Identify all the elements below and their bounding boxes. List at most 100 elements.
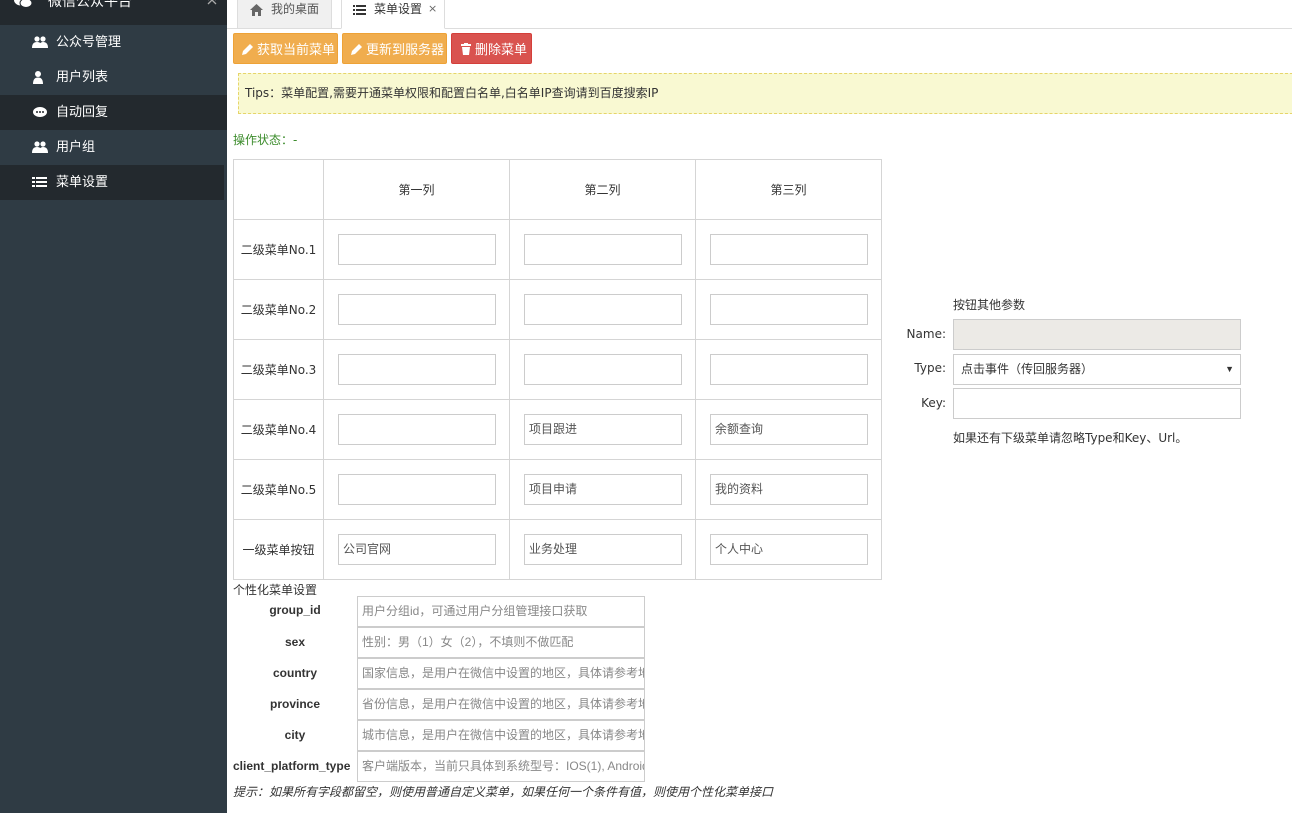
- tab-menu-settings[interactable]: 菜单设置 ×: [341, 0, 445, 29]
- client-platform-input[interactable]: 客户端版本，当前只具体到系统型号：IOS(1), Android(2),Othe…: [357, 751, 645, 782]
- sidebar-item-usergroup[interactable]: 用户组: [0, 130, 227, 165]
- menu-item-input[interactable]: [710, 354, 868, 385]
- grid-cell: [695, 279, 882, 340]
- user-icon: [33, 71, 43, 84]
- grid-cell: 我的资料: [695, 459, 882, 520]
- delete-menu-button[interactable]: 删除菜单: [451, 33, 532, 64]
- key-label: Key:: [921, 396, 946, 410]
- menu-item-input[interactable]: 项目申请: [524, 474, 682, 505]
- name-input[interactable]: [953, 319, 1241, 350]
- table-row: 二级菜单No.4 项目跟进 余额查询: [233, 399, 882, 460]
- list-icon: [353, 5, 366, 15]
- list-icon: [32, 177, 47, 187]
- grid-header: 第二列: [509, 159, 696, 220]
- menu-item-input[interactable]: 项目跟进: [524, 414, 682, 445]
- grid-cell: 个人中心: [695, 519, 882, 580]
- key-input[interactable]: [953, 388, 1241, 419]
- grid-cell: 项目申请: [509, 459, 696, 520]
- city-input[interactable]: 城市信息，是用户在微信中设置的地区，具体请参考地区信息表: [357, 720, 645, 751]
- menu-item-input[interactable]: 业务处理: [524, 534, 682, 565]
- menu-item-input[interactable]: [338, 414, 496, 445]
- grid-header-row: 第一列 第二列 第三列: [233, 159, 882, 220]
- delete-menu-label: 删除菜单: [475, 42, 528, 57]
- params-hint: 如果还有下级菜单请忽略Type和Key、Url。: [953, 431, 1188, 445]
- row-label: 二级菜单No.1: [233, 219, 324, 280]
- grid-cell: 项目跟进: [509, 399, 696, 460]
- menu-item-input[interactable]: [338, 354, 496, 385]
- table-row: 一级菜单按钮 公司官网 业务处理 个人中心: [233, 519, 882, 580]
- grid-header: 第一列: [323, 159, 510, 220]
- grid-cell: 余额查询: [695, 399, 882, 460]
- country-input[interactable]: 国家信息，是用户在微信中设置的地区，具体请参考地区信息表: [357, 658, 645, 689]
- wechat-icon: [14, 0, 32, 8]
- sidebar-brand-title: 微信公众平台: [48, 0, 132, 10]
- sidebar-brand[interactable]: 微信公众平台: [0, 0, 227, 25]
- get-menu-button[interactable]: 获取当前菜单: [233, 33, 338, 64]
- type-select[interactable]: 点击事件（传回服务器） ▼: [953, 354, 1241, 385]
- country-label: country: [272, 666, 317, 680]
- params-title: 按钮其他参数: [953, 298, 1026, 312]
- tab-label: 我的桌面: [271, 2, 320, 16]
- group-id-input[interactable]: 用户分组id，可通过用户分组管理接口获取: [357, 596, 645, 627]
- row-label: 二级菜单No.5: [233, 459, 324, 520]
- grid-cell: [695, 219, 882, 280]
- row-label: 二级菜单No.2: [233, 279, 324, 340]
- sidebar-item-users[interactable]: 用户列表: [0, 60, 227, 95]
- trash-icon: [461, 43, 471, 55]
- personalized-title: 个性化菜单设置: [233, 583, 318, 597]
- sidebar-item-label: 公众号管理: [56, 35, 122, 50]
- grid-cell: [509, 339, 696, 400]
- pencil-icon: [351, 44, 362, 55]
- table-row: 二级菜单No.5 项目申请 我的资料: [233, 459, 882, 520]
- grid-cell: [323, 219, 510, 280]
- group-id-label: group_id: [269, 603, 321, 617]
- grid-corner: [233, 159, 324, 220]
- menu-item-input[interactable]: 我的资料: [710, 474, 868, 505]
- name-label: Name:: [906, 327, 946, 341]
- province-input[interactable]: 省份信息，是用户在微信中设置的地区，具体请参考地区信息表: [357, 689, 645, 720]
- menu-item-input[interactable]: 余额查询: [710, 414, 868, 445]
- menu-item-input[interactable]: 个人中心: [710, 534, 868, 565]
- grid-cell: [323, 399, 510, 460]
- close-icon[interactable]: ×: [428, 0, 437, 19]
- tab-label: 菜单设置: [374, 2, 423, 16]
- menu-item-input[interactable]: [338, 474, 496, 505]
- sidebar-item-label: 用户列表: [56, 70, 109, 85]
- chat-icon: [33, 107, 47, 117]
- users-icon: [32, 36, 48, 48]
- tips-banner: Tips：菜单配置,需要开通菜单权限和配置白名单,白名单IP查询请到百度搜索IP: [238, 73, 1292, 114]
- home-icon: [250, 4, 263, 16]
- menu-item-input[interactable]: [524, 294, 682, 325]
- menu-item-input[interactable]: [710, 294, 868, 325]
- pencil-icon: [242, 44, 253, 55]
- sidebar-item-account[interactable]: 公众号管理: [0, 25, 227, 60]
- city-label: city: [284, 728, 306, 742]
- chevron-up-icon[interactable]: [206, 0, 218, 6]
- menu-item-input[interactable]: [710, 234, 868, 265]
- menu-grid: 第一列 第二列 第三列 二级菜单No.1 二级菜单No.2 二级菜单No.3 二…: [233, 159, 882, 580]
- users-icon: [32, 141, 48, 153]
- grid-cell: [323, 279, 510, 340]
- row-label: 二级菜单No.4: [233, 399, 324, 460]
- menu-item-input[interactable]: 公司官网: [338, 534, 496, 565]
- sex-input[interactable]: 性别：男（1）女（2），不填则不做匹配: [357, 627, 645, 658]
- type-label: Type:: [914, 361, 946, 375]
- table-row: 二级菜单No.2: [233, 279, 882, 340]
- table-row: 二级菜单No.3: [233, 339, 882, 400]
- sex-label: sex: [284, 635, 306, 649]
- sidebar-item-menu[interactable]: 菜单设置: [0, 165, 227, 200]
- table-row: 二级菜单No.1: [233, 219, 882, 280]
- sidebar-item-label: 菜单设置: [56, 175, 109, 190]
- menu-item-input[interactable]: [524, 354, 682, 385]
- update-server-button[interactable]: 更新到服务器: [342, 33, 447, 64]
- grid-cell: 公司官网: [323, 519, 510, 580]
- sidebar-item-label: 用户组: [56, 140, 96, 155]
- grid-cell: 业务处理: [509, 519, 696, 580]
- sidebar-item-autoreply[interactable]: 自动回复: [0, 95, 227, 130]
- sidebar: 微信公众平台 公众号管理 用户列表 自动回复 用户组 菜单设置: [0, 0, 227, 813]
- menu-item-input[interactable]: [524, 234, 682, 265]
- menu-item-input[interactable]: [338, 294, 496, 325]
- get-menu-label: 获取当前菜单: [257, 42, 336, 57]
- menu-item-input[interactable]: [338, 234, 496, 265]
- tab-desktop[interactable]: 我的桌面: [237, 0, 332, 29]
